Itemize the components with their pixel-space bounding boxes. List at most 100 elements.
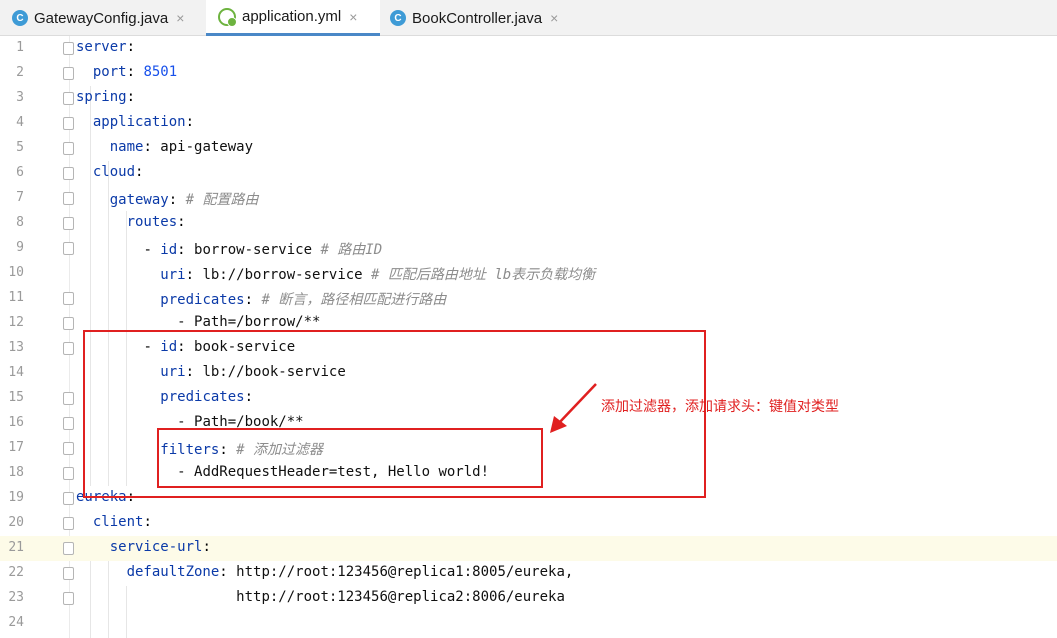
yaml-colon: : bbox=[185, 267, 203, 283]
line-number: 13 bbox=[8, 340, 24, 355]
line-number: 11 bbox=[8, 290, 24, 305]
code-line[interactable]: 6 cloud: bbox=[0, 161, 1057, 186]
yaml-key: uri bbox=[160, 267, 186, 283]
fold-marker-icon[interactable] bbox=[63, 167, 74, 180]
line-number: 8 bbox=[16, 215, 24, 230]
line-number: 1 bbox=[16, 40, 24, 55]
yaml-colon: : bbox=[143, 514, 152, 530]
yaml-colon: : bbox=[177, 242, 195, 258]
yaml-colon: : bbox=[143, 139, 161, 155]
code-line[interactable]: 10 uri: lb://borrow-service # 匹配后路由地址 lb… bbox=[0, 261, 1057, 286]
yaml-key: service-url bbox=[109, 539, 203, 555]
code-line-current[interactable]: 21 service-url: bbox=[0, 536, 1057, 561]
fold-marker-icon[interactable] bbox=[63, 142, 74, 155]
code-line[interactable]: 11 predicates: # 断言，路径相匹配进行路由 bbox=[0, 286, 1057, 311]
line-number: 3 bbox=[16, 90, 24, 105]
fold-marker-icon[interactable] bbox=[63, 442, 74, 455]
java-class-icon: C bbox=[12, 10, 28, 26]
yaml-key: defaultZone bbox=[126, 564, 220, 580]
close-icon[interactable]: × bbox=[176, 10, 184, 26]
fold-marker-icon[interactable] bbox=[63, 192, 74, 205]
editor-tab-bar: C GatewayConfig.java × application.yml ×… bbox=[0, 0, 1057, 36]
line-number: 24 bbox=[8, 615, 24, 630]
yaml-key: name bbox=[109, 139, 144, 155]
fold-marker-icon[interactable] bbox=[63, 567, 74, 580]
line-number: 9 bbox=[16, 240, 24, 255]
annotation-arrow-icon bbox=[550, 383, 597, 433]
fold-marker-icon[interactable] bbox=[63, 217, 74, 230]
yaml-key: cloud bbox=[92, 164, 136, 180]
highlight-box-filters bbox=[157, 428, 543, 488]
yaml-colon: : bbox=[135, 164, 144, 180]
line-number: 10 bbox=[8, 265, 24, 280]
code-line[interactable]: 7 gateway: # 配置路由 bbox=[0, 186, 1057, 211]
yaml-key: server bbox=[76, 39, 127, 55]
yaml-value: api-gateway bbox=[160, 139, 254, 155]
yaml-key: spring bbox=[76, 89, 127, 105]
annotation-text: 添加过滤器，添加请求头：键值对类型 bbox=[601, 399, 839, 415]
close-icon[interactable]: × bbox=[349, 9, 357, 25]
line-number: 22 bbox=[8, 565, 24, 580]
tab-bookcontroller-java[interactable]: C BookController.java × bbox=[390, 0, 590, 36]
fold-marker-icon[interactable] bbox=[63, 67, 74, 80]
fold-marker-icon[interactable] bbox=[63, 342, 74, 355]
tab-label: GatewayConfig.java bbox=[34, 9, 169, 27]
fold-marker-icon[interactable] bbox=[63, 517, 74, 530]
yaml-value: - Path=/borrow/** bbox=[177, 314, 321, 330]
line-number: 16 bbox=[8, 415, 24, 430]
fold-marker-icon[interactable] bbox=[63, 317, 74, 330]
line-number: 23 bbox=[8, 590, 24, 605]
yaml-value: http://root:123456@replica1:8005/eureka, bbox=[236, 564, 574, 580]
yaml-key: predicates bbox=[160, 292, 245, 308]
fold-marker-icon[interactable] bbox=[63, 242, 74, 255]
yaml-comment: # 断言，路径相匹配进行路由 bbox=[261, 292, 447, 308]
tab-label: BookController.java bbox=[412, 9, 543, 27]
fold-marker-icon[interactable] bbox=[63, 392, 74, 405]
line-number: 18 bbox=[8, 465, 24, 480]
fold-marker-icon[interactable] bbox=[63, 592, 74, 605]
code-line[interactable]: 24 bbox=[0, 611, 1057, 636]
code-line[interactable]: 4 application: bbox=[0, 111, 1057, 136]
code-line[interactable]: 9 - id: borrow-service # 路由ID bbox=[0, 236, 1057, 261]
yaml-comment: # 匹配后路由地址 lb表示负载均衡 bbox=[371, 267, 596, 283]
code-line[interactable]: 8 routes: bbox=[0, 211, 1057, 236]
fold-marker-icon[interactable] bbox=[63, 292, 74, 305]
yaml-colon: : bbox=[202, 539, 211, 555]
line-number: 14 bbox=[8, 365, 24, 380]
fold-marker-icon[interactable] bbox=[63, 467, 74, 480]
tab-application-yml[interactable]: application.yml × bbox=[206, 0, 380, 36]
fold-marker-icon[interactable] bbox=[63, 417, 74, 430]
code-line[interactable]: 5 name: api-gateway bbox=[0, 136, 1057, 161]
yaml-key: routes bbox=[126, 214, 178, 230]
tab-gatewayconfig-java[interactable]: C GatewayConfig.java × bbox=[12, 0, 202, 36]
yaml-colon: : bbox=[126, 64, 144, 80]
spring-yaml-icon bbox=[218, 7, 237, 27]
fold-marker-icon[interactable] bbox=[63, 117, 74, 130]
line-number: 4 bbox=[16, 115, 24, 130]
yaml-colon: : bbox=[185, 114, 195, 130]
yaml-value: borrow-service bbox=[194, 242, 321, 258]
yaml-key: gateway bbox=[109, 192, 169, 208]
code-line[interactable]: 23 http://root:123456@replica2:8006/eure… bbox=[0, 586, 1057, 611]
close-icon[interactable]: × bbox=[550, 10, 558, 26]
yaml-key: client bbox=[92, 514, 144, 530]
fold-marker-icon[interactable] bbox=[63, 492, 74, 505]
code-line[interactable]: 22 defaultZone: http://root:123456@repli… bbox=[0, 561, 1057, 586]
yaml-key: port bbox=[92, 64, 127, 80]
fold-marker-icon[interactable] bbox=[63, 542, 74, 555]
code-line[interactable]: 2 port: 8501 bbox=[0, 61, 1057, 86]
yaml-dash: - bbox=[143, 242, 161, 258]
code-line[interactable]: 3 spring: bbox=[0, 86, 1057, 111]
code-line[interactable]: 20 client: bbox=[0, 511, 1057, 536]
line-number: 21 bbox=[8, 540, 24, 555]
yaml-colon: : bbox=[219, 564, 237, 580]
yaml-colon: : bbox=[126, 89, 136, 105]
line-number: 12 bbox=[8, 315, 24, 330]
fold-marker-icon[interactable] bbox=[63, 42, 74, 55]
yaml-colon: : bbox=[177, 214, 186, 230]
yaml-comment: # 配置路由 bbox=[185, 192, 259, 208]
code-line[interactable]: 1 server: bbox=[0, 36, 1057, 61]
line-number: 7 bbox=[16, 190, 24, 205]
fold-marker-icon[interactable] bbox=[63, 92, 74, 105]
java-class-icon: C bbox=[390, 10, 406, 26]
